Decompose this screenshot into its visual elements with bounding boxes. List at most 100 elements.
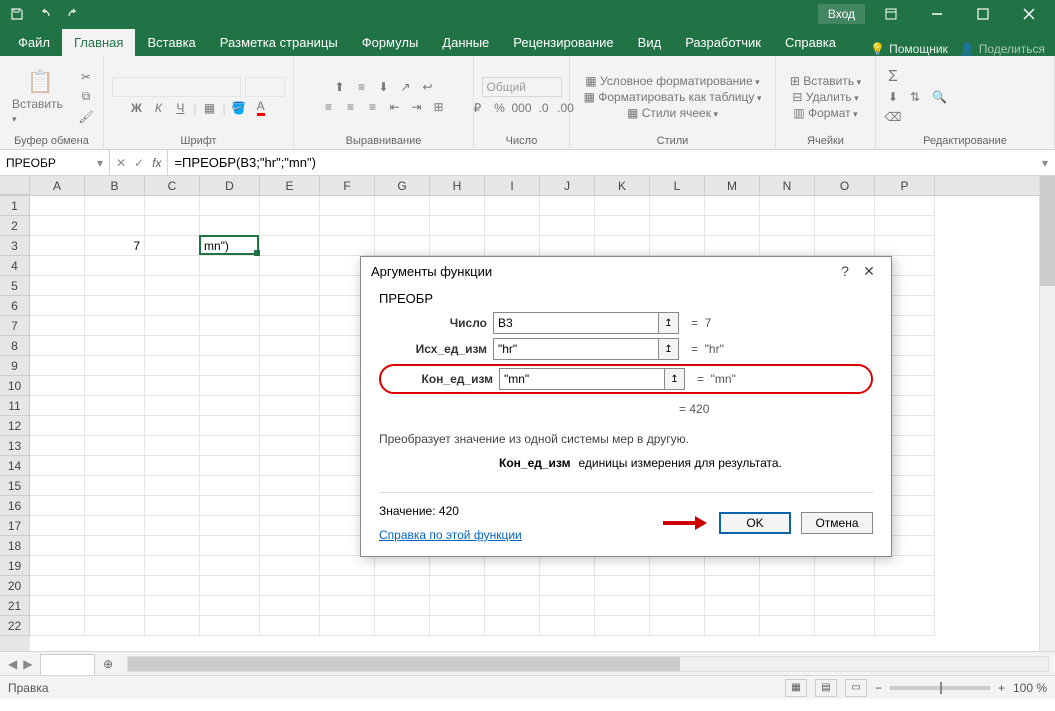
cell[interactable] [760, 616, 815, 636]
column-header[interactable]: H [430, 176, 485, 195]
cell[interactable] [540, 216, 595, 236]
fx-icon[interactable]: fx [152, 156, 161, 170]
cell[interactable] [30, 576, 85, 596]
cell[interactable] [485, 196, 540, 216]
cell[interactable] [200, 596, 260, 616]
zoom-level[interactable]: 100 % [1013, 681, 1047, 695]
cell[interactable] [30, 596, 85, 616]
currency-icon[interactable]: ₽ [469, 99, 487, 117]
cell[interactable] [85, 536, 145, 556]
zoom-in-icon[interactable]: + [998, 681, 1005, 695]
row-header[interactable]: 7 [0, 316, 30, 336]
cell[interactable] [375, 596, 430, 616]
cell[interactable] [815, 556, 875, 576]
cell[interactable]: mn") [200, 236, 260, 256]
page-layout-view-icon[interactable]: ▤ [815, 679, 837, 697]
cell[interactable] [30, 416, 85, 436]
cell[interactable] [30, 336, 85, 356]
cell[interactable] [760, 196, 815, 216]
fill-icon[interactable]: ⬇ [884, 88, 902, 106]
cell[interactable] [485, 556, 540, 576]
cell[interactable] [145, 476, 200, 496]
column-header[interactable]: D [200, 176, 260, 195]
cell[interactable] [875, 556, 935, 576]
cell[interactable] [320, 236, 375, 256]
paste-button[interactable]: 📋 Вставить [8, 67, 73, 127]
ok-button[interactable]: OK [719, 512, 791, 534]
cell[interactable] [760, 596, 815, 616]
cell[interactable] [85, 476, 145, 496]
column-header[interactable]: N [760, 176, 815, 195]
cell[interactable] [320, 616, 375, 636]
cell[interactable] [30, 356, 85, 376]
tab-data[interactable]: Данные [430, 29, 501, 56]
find-select-button[interactable]: 🔍 [928, 88, 951, 106]
cell[interactable] [595, 576, 650, 596]
cell[interactable] [200, 216, 260, 236]
decrease-indent-icon[interactable]: ⇤ [386, 98, 404, 116]
tab-developer[interactable]: Разработчик [673, 29, 773, 56]
cell[interactable] [540, 236, 595, 256]
cell[interactable] [30, 216, 85, 236]
row-header[interactable]: 22 [0, 616, 30, 636]
cell[interactable] [200, 416, 260, 436]
close-icon[interactable] [1009, 0, 1049, 28]
cell[interactable] [200, 536, 260, 556]
cell[interactable] [260, 536, 320, 556]
cell[interactable] [30, 316, 85, 336]
row-header[interactable]: 6 [0, 296, 30, 316]
row-header[interactable]: 8 [0, 336, 30, 356]
cell[interactable] [650, 196, 705, 216]
cell[interactable] [200, 396, 260, 416]
row-header[interactable]: 19 [0, 556, 30, 576]
cell[interactable] [260, 416, 320, 436]
align-top-icon[interactable]: ⬆ [331, 78, 349, 96]
cell[interactable] [85, 416, 145, 436]
cut-icon[interactable]: ✂ [77, 68, 95, 86]
cell[interactable] [595, 556, 650, 576]
zoom-out-icon[interactable]: − [875, 681, 882, 695]
arg-input[interactable] [494, 313, 658, 333]
cell[interactable] [540, 596, 595, 616]
undo-icon[interactable] [34, 3, 56, 25]
sheet-nav-prev-icon[interactable]: ◀ [8, 657, 17, 671]
cell[interactable] [30, 496, 85, 516]
select-all-button[interactable] [0, 176, 30, 195]
cell[interactable] [200, 496, 260, 516]
cell[interactable] [650, 556, 705, 576]
cell[interactable] [85, 396, 145, 416]
cell[interactable] [760, 236, 815, 256]
sheet-nav-next-icon[interactable]: ▶ [23, 657, 32, 671]
delete-cells-button[interactable]: ⊟ Удалить [792, 90, 858, 104]
cell[interactable] [375, 236, 430, 256]
cell[interactable] [200, 456, 260, 476]
cell[interactable] [815, 236, 875, 256]
formula-input[interactable]: =ПРЕОБР(B3;"hr";"mn") [168, 150, 1035, 175]
cell[interactable] [145, 416, 200, 436]
cell[interactable] [145, 456, 200, 476]
cell[interactable] [260, 216, 320, 236]
cell[interactable] [430, 596, 485, 616]
cell[interactable] [260, 236, 320, 256]
cell[interactable] [260, 556, 320, 576]
cell[interactable] [145, 576, 200, 596]
cell[interactable] [875, 616, 935, 636]
redo-icon[interactable] [62, 3, 84, 25]
cell[interactable] [200, 556, 260, 576]
cell[interactable] [815, 196, 875, 216]
cell[interactable] [145, 196, 200, 216]
row-header[interactable]: 15 [0, 476, 30, 496]
zoom-slider[interactable] [890, 686, 990, 690]
cell[interactable] [200, 436, 260, 456]
cell[interactable] [260, 256, 320, 276]
cell[interactable] [85, 596, 145, 616]
orientation-icon[interactable]: ↗ [397, 78, 415, 96]
cell[interactable] [200, 336, 260, 356]
column-header[interactable]: F [320, 176, 375, 195]
cell[interactable] [30, 376, 85, 396]
fill-color-icon[interactable]: 🪣 [230, 99, 248, 117]
cell[interactable] [85, 496, 145, 516]
cell[interactable] [85, 556, 145, 576]
cell[interactable] [430, 556, 485, 576]
cell[interactable] [200, 576, 260, 596]
